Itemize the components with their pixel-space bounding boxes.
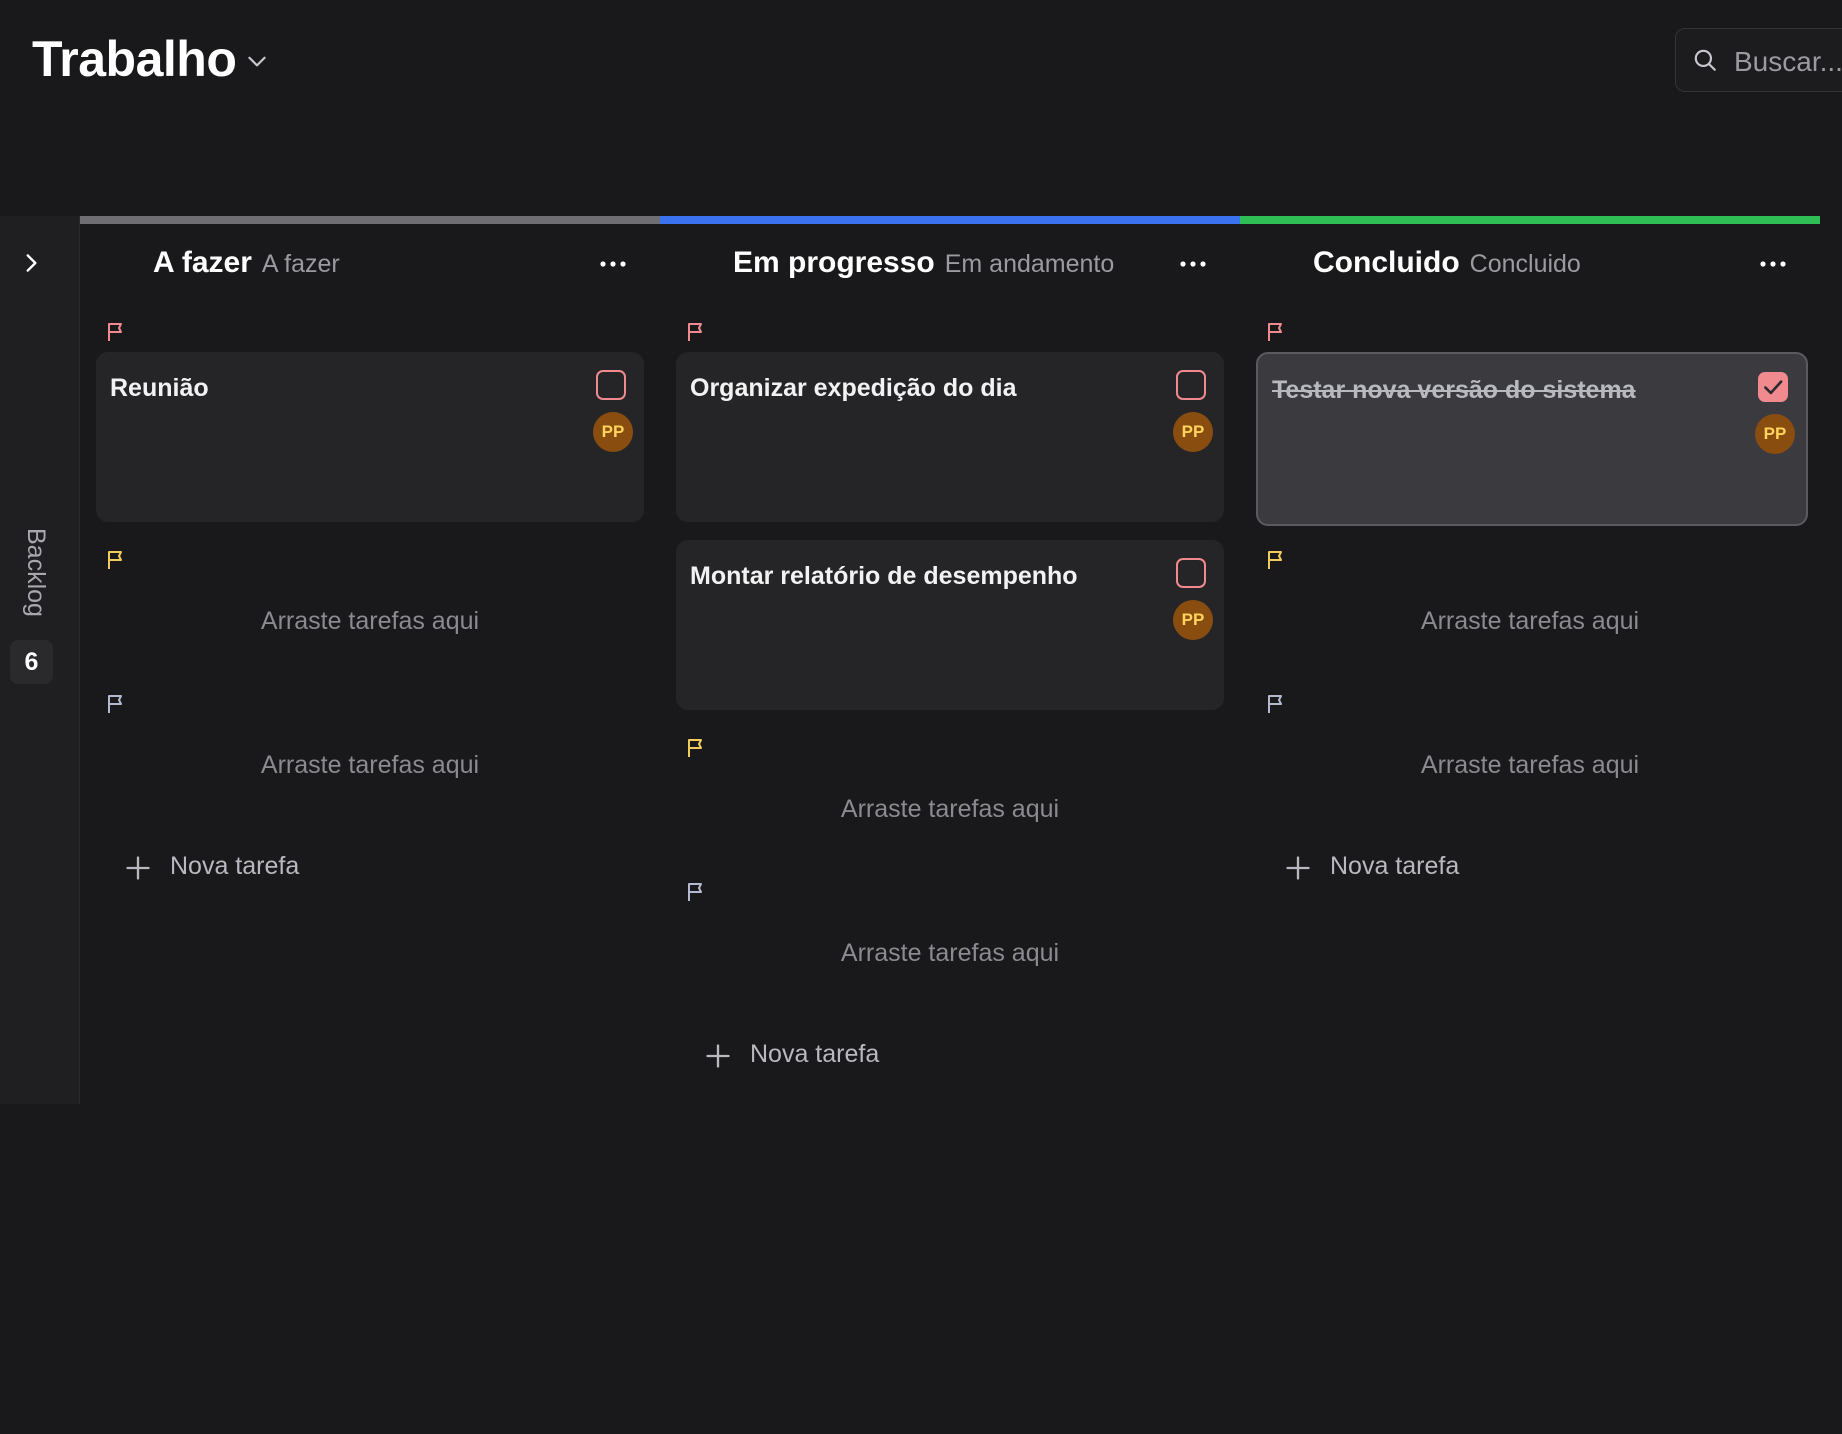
flag-icon	[108, 695, 122, 713]
task-checkbox[interactable]	[1176, 558, 1206, 588]
column-name: Concluido	[1313, 246, 1460, 279]
search-box[interactable]: Buscar...	[1675, 28, 1842, 92]
flag-icon	[688, 883, 702, 901]
dropzone[interactable]: Arraste tarefas aqui	[80, 751, 660, 780]
search-placeholder: Buscar...	[1734, 46, 1842, 77]
new-task-label: Nova tarefa	[750, 1040, 880, 1068]
column-subtitle: Concluido	[1469, 250, 1581, 278]
flag-icon	[688, 323, 702, 341]
flag-icon	[1268, 551, 1282, 569]
task-checkbox[interactable]	[596, 370, 626, 400]
board-title[interactable]: Trabalho	[32, 30, 237, 88]
column-header: Concluido Concluido	[1313, 246, 1581, 280]
dropzone[interactable]: Arraste tarefas aqui	[80, 607, 660, 636]
avatar[interactable]: PP	[1173, 412, 1213, 452]
backlog-count: 6	[10, 640, 53, 684]
column-name: Em progresso	[733, 246, 935, 279]
task-title: Reunião	[110, 374, 209, 402]
flag-icon	[1268, 695, 1282, 713]
flag-icon	[688, 739, 702, 757]
avatar[interactable]: PP	[1755, 414, 1795, 454]
dropzone[interactable]: Arraste tarefas aqui	[1240, 751, 1820, 780]
task-card[interactable]: Testar nova versão do sistema PP	[1256, 352, 1808, 526]
column-header: Em progresso Em andamento	[733, 246, 1114, 280]
column-subtitle: Em andamento	[944, 250, 1115, 278]
chevron-right-icon[interactable]	[18, 250, 44, 276]
column-status-bar	[1240, 216, 1820, 224]
task-title: Testar nova versão do sistema	[1272, 376, 1636, 404]
dropzone[interactable]: Arraste tarefas aqui	[660, 939, 1240, 968]
dropzone[interactable]: Arraste tarefas aqui	[1240, 607, 1820, 636]
column-header: A fazer A fazer	[153, 246, 340, 280]
flag-icon	[108, 551, 122, 569]
task-checkbox[interactable]	[1176, 370, 1206, 400]
new-task-label: Nova tarefa	[1330, 852, 1460, 880]
column-status-bar	[80, 216, 660, 224]
plus-icon	[126, 856, 150, 880]
more-icon[interactable]	[1178, 258, 1208, 270]
top-bar: Trabalho Buscar...	[0, 0, 1842, 120]
column-status-bar	[660, 216, 1240, 224]
avatar[interactable]: PP	[1173, 600, 1213, 640]
dropzone[interactable]: Arraste tarefas aqui	[660, 795, 1240, 824]
more-icon[interactable]	[1758, 258, 1788, 270]
chevron-down-icon[interactable]	[244, 48, 270, 74]
search-icon	[1694, 49, 1716, 71]
backlog-panel[interactable]: 6 Backlog	[0, 216, 80, 1104]
task-title: Organizar expedição do dia	[690, 374, 1017, 402]
backlog-label: Backlog	[22, 528, 50, 617]
column-concluido: Concluido Concluido Testar nova versão do…	[1240, 216, 1820, 1104]
task-checkbox[interactable]	[1758, 372, 1788, 402]
column-a-fazer: A fazer A fazer Reunião PP Arraste tarefa…	[80, 216, 660, 1104]
column-em-progresso: Em progresso Em andamento Organizar exped…	[660, 216, 1240, 1104]
plus-icon	[706, 1044, 730, 1068]
task-title: Montar relatório de desempenho	[690, 562, 1078, 590]
task-card[interactable]: Montar relatório de desempenho PP	[676, 540, 1224, 710]
new-task-label: Nova tarefa	[170, 852, 300, 880]
task-card[interactable]: Organizar expedição do dia PP	[676, 352, 1224, 522]
check-icon	[1764, 380, 1783, 395]
column-subtitle: A fazer	[261, 250, 340, 278]
flag-icon	[108, 323, 122, 341]
task-card[interactable]: Reunião PP	[96, 352, 644, 522]
avatar[interactable]: PP	[593, 412, 633, 452]
plus-icon	[1286, 856, 1310, 880]
column-name: A fazer	[153, 246, 252, 279]
flag-icon	[1268, 323, 1282, 341]
more-icon[interactable]	[598, 258, 628, 270]
